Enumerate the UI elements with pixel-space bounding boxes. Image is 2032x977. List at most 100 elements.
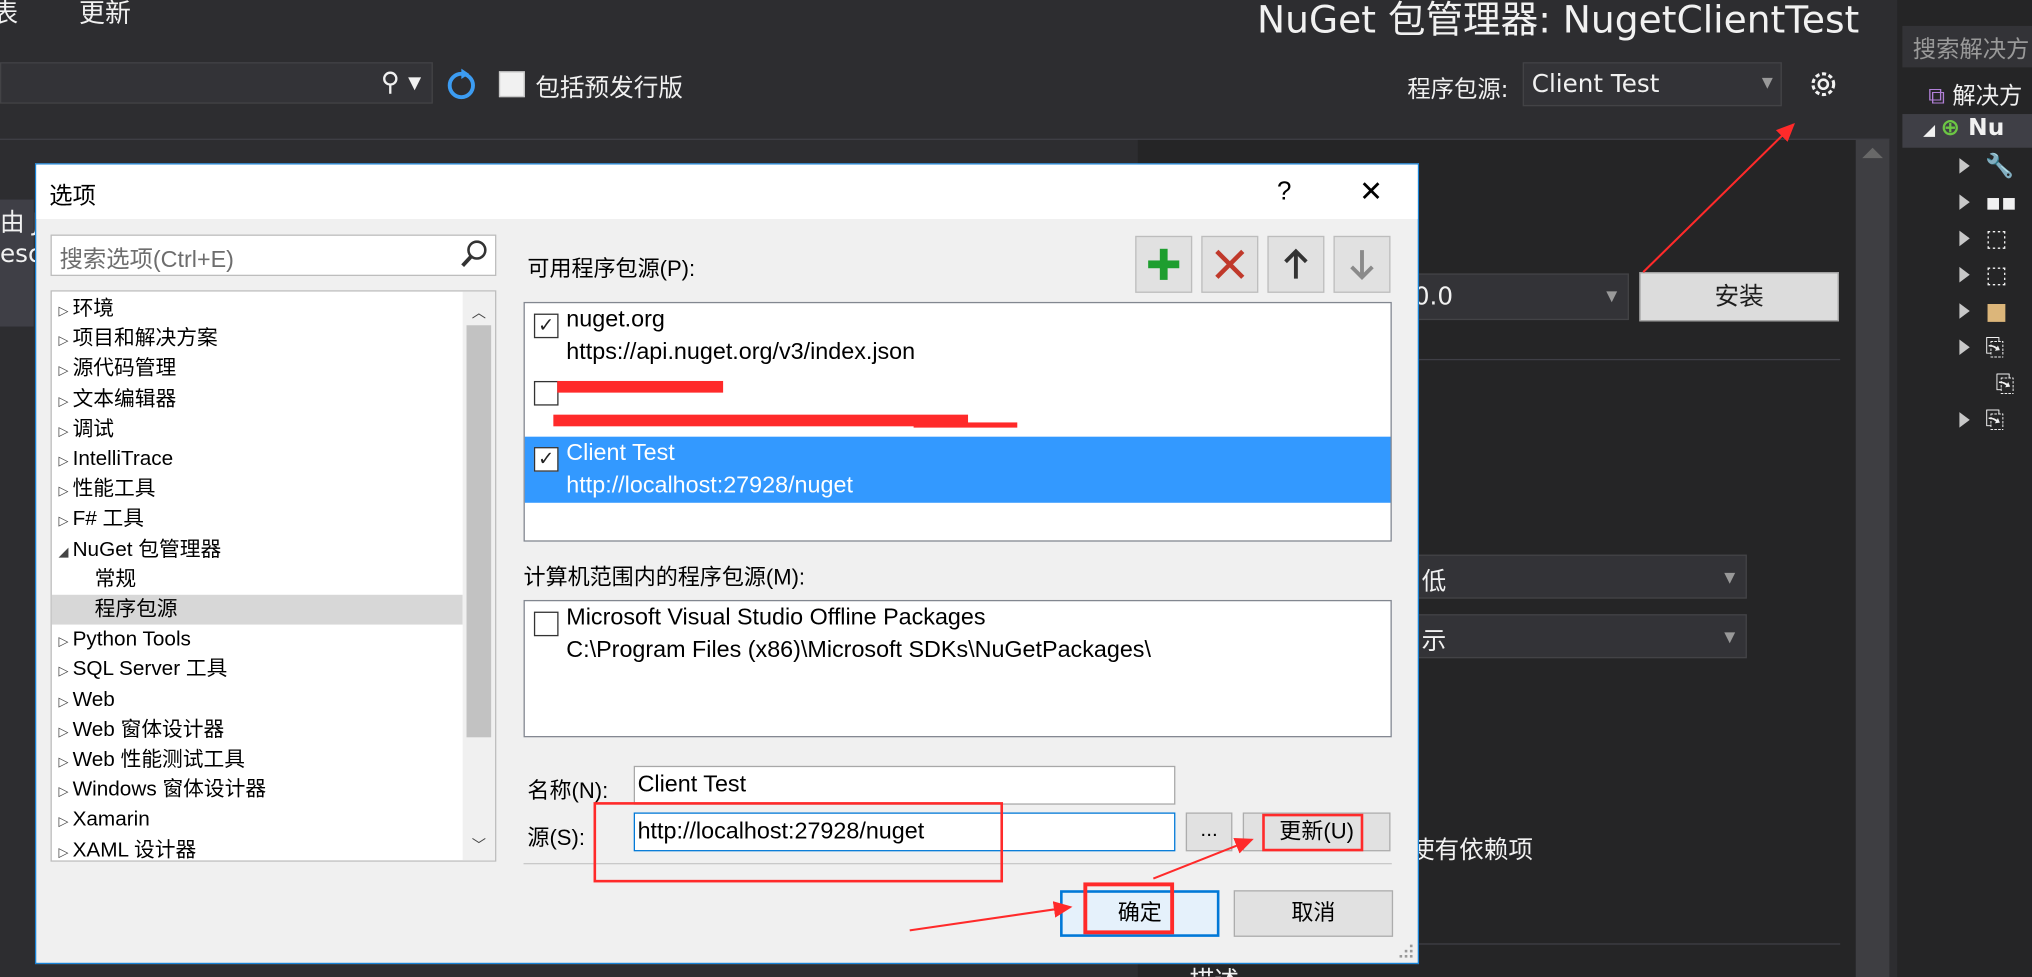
collapsed-arrow-icon[interactable]: ▷ [54, 718, 72, 748]
config-file-icon: ⎘ [1985, 334, 2004, 362]
solution-row[interactable]: ⧉ 解决方 [1928, 78, 2022, 112]
source-enabled-checkbox[interactable] [533, 611, 559, 637]
options-tree: ▷ 环境 ▷ 项目和解决方案 ▷ 源代码管理 ▷ 文本编辑器 ▷ 调试 ▷ IntelliTrace ▷… [50, 290, 497, 862]
scroll-up-icon[interactable]: ︿ [472, 302, 486, 323]
scroll-thumb[interactable] [466, 325, 492, 738]
tree-item[interactable]: ▷ 文本编辑器 [52, 384, 463, 414]
tree-item[interactable]: ▷ Web 性能测试工具 [52, 745, 463, 775]
tree-item[interactable]: ▷ 性能工具 [52, 475, 463, 505]
tree-item[interactable]: ▷ Windows 窗体设计器 [52, 775, 463, 805]
source-enabled-checkbox[interactable]: ✓ [533, 447, 559, 472]
package-search-input[interactable]: ⚲ ▾ [0, 62, 433, 104]
dialog-titlebar[interactable]: 选项 ? ✕ [36, 164, 1418, 219]
tree-item[interactable]: ▷ Web [52, 685, 463, 715]
collapsed-arrow-icon[interactable]: ▷ [54, 417, 72, 447]
tree-node-config-2[interactable]: ⎘ [1996, 371, 2015, 405]
tree-item-label: 常规 [94, 568, 137, 591]
options-search-input[interactable]: 搜索选项(Ctrl+E) [50, 234, 497, 277]
include-prerelease-checkbox[interactable] [498, 71, 525, 98]
collapsed-arrow-icon[interactable]: ▷ [54, 627, 72, 657]
tree-node-folder-1[interactable]: ⬚ [1959, 225, 2007, 259]
collapsed-arrow-icon[interactable]: ▷ [54, 447, 72, 477]
collapsed-arrow-icon[interactable]: ▷ [54, 748, 72, 778]
tree-item[interactable]: ▷ F# 工具 [52, 505, 463, 535]
collapsed-arrow-icon [1959, 158, 1970, 174]
screenshot-stage: 表 更新 NuGet 包管理器: NugetClientTest ⚲ ▾ 包括预… [0, 0, 2032, 977]
project-row[interactable]: ◢ ⊕ Nu [1923, 114, 2004, 148]
tree-item-label: Web 性能测试工具 [72, 748, 246, 772]
resize-grip-icon[interactable] [1398, 943, 1414, 959]
collapsed-arrow-icon[interactable]: ▷ [54, 507, 72, 537]
remove-source-button[interactable] [1201, 235, 1259, 293]
source-enabled-checkbox[interactable]: ✓ [533, 313, 559, 339]
collapsed-arrow-icon [1959, 303, 1970, 319]
source-enabled-checkbox[interactable] [533, 380, 559, 406]
details-scrollbar[interactable] [1855, 139, 1890, 977]
collapsed-arrow-icon[interactable]: ▷ [54, 297, 72, 327]
scroll-down-icon[interactable]: ﹀ [472, 834, 486, 855]
search-dropdown-icon[interactable]: ⚲ ▾ [381, 66, 421, 97]
collapsed-arrow-icon [1959, 230, 1970, 247]
source-name-input[interactable]: Client Test [633, 765, 1176, 805]
details-divider [1412, 358, 1841, 361]
collapsed-arrow-icon[interactable]: ▷ [54, 327, 72, 357]
collapsed-arrow-icon[interactable]: ▷ [54, 357, 72, 387]
source-item-nuget-org[interactable]: ✓ nuget.org https://api.nuget.org/v3/ind… [525, 303, 1391, 369]
collapsed-arrow-icon[interactable]: ▷ [54, 838, 72, 861]
tree-item[interactable]: ▷ 调试 [52, 414, 463, 444]
tree-node-folder-2[interactable]: ⬚ [1959, 262, 2007, 296]
tree-node-properties[interactable]: 🔧 [1959, 153, 2014, 187]
tree-item[interactable]: 程序包源 [51, 594, 463, 625]
collapsed-arrow-icon[interactable]: ▷ [54, 387, 72, 417]
collapsed-arrow-icon[interactable]: ▷ [54, 778, 72, 808]
config-file-icon: ⎘ [1995, 370, 2015, 398]
dependency-behavior-select[interactable]: 低 ▼ [1412, 554, 1747, 599]
tree-node-config-1[interactable]: ⎘ [1959, 334, 2004, 368]
tree-item[interactable]: ◢ NuGet 包管理器 [52, 535, 463, 565]
gear-icon[interactable] [1806, 67, 1840, 101]
folder-outline-icon: ⬚ [1985, 225, 2008, 253]
options-tree-scrollbar[interactable]: ︿ ﹀ [462, 291, 496, 861]
tree-item[interactable]: ▷ Xamarin [52, 805, 463, 835]
plus-icon [1148, 248, 1180, 280]
cancel-button[interactable]: 取消 [1233, 890, 1394, 937]
tree-item[interactable]: ▷ SQL Server 工具 [52, 655, 463, 685]
tree-item-label: 源代码管理 [72, 358, 177, 381]
close-button[interactable]: ✕ [1349, 172, 1393, 211]
solution-search-input[interactable]: 搜索解决方 [1902, 25, 2032, 68]
move-up-button[interactable] [1267, 235, 1325, 293]
add-source-button[interactable] [1135, 235, 1193, 293]
refresh-icon[interactable] [443, 66, 479, 102]
source-item-offline-packages[interactable]: Microsoft Visual Studio Offline Packages… [525, 601, 1391, 667]
expanded-arrow-icon[interactable]: ◢ [54, 537, 72, 567]
tree-item[interactable]: ▷ XAML 设计器 [52, 835, 463, 861]
collapsed-arrow-icon[interactable]: ▷ [54, 657, 72, 687]
file-conflict-select[interactable]: 示 ▼ [1412, 614, 1747, 659]
tree-node-references[interactable]: ▪▪ [1959, 189, 2017, 223]
install-button[interactable]: 安装 [1639, 272, 1839, 322]
collapsed-arrow-icon [1959, 266, 1970, 283]
collapsed-arrow-icon[interactable]: ▷ [54, 688, 72, 718]
source-item-redacted[interactable] [525, 371, 1391, 437]
tree-item[interactable]: ▷ IntelliTrace [52, 444, 463, 474]
tree-item[interactable]: ▷ Web 窗体设计器 [52, 715, 463, 745]
tree-item[interactable]: 常规 [52, 565, 463, 595]
tree-item[interactable]: ▷ 源代码管理 [52, 354, 463, 384]
tree-item[interactable]: ▷ 项目和解决方案 [52, 324, 463, 354]
tree-item[interactable]: ▷ 环境 [52, 294, 463, 324]
tree-item[interactable]: ▷ Python Tools [52, 625, 463, 655]
version-select[interactable]: 0.0 ▼ [1402, 273, 1629, 321]
package-source-select[interactable]: Client Test ▼ [1522, 62, 1782, 107]
collapsed-arrow-icon[interactable]: ▷ [54, 477, 72, 507]
source-item-client-test[interactable]: ✓ Client Test http://localhost:27928/nug… [524, 436, 1391, 503]
collapsed-arrow-icon[interactable]: ▷ [54, 808, 72, 838]
menu-item-partial[interactable]: 表 [0, 0, 18, 30]
tree-node-folder-3[interactable]: ■ [1959, 298, 2007, 332]
tree-node-config-3[interactable]: ⎘ [1959, 407, 2004, 441]
tree-item-label: 性能工具 [72, 478, 156, 501]
search-icon[interactable] [459, 237, 490, 271]
menu-item-update[interactable]: 更新 [79, 0, 131, 30]
help-button[interactable]: ? [1267, 172, 1301, 211]
browse-button[interactable]: ... [1185, 812, 1233, 852]
move-down-button[interactable] [1333, 235, 1391, 293]
